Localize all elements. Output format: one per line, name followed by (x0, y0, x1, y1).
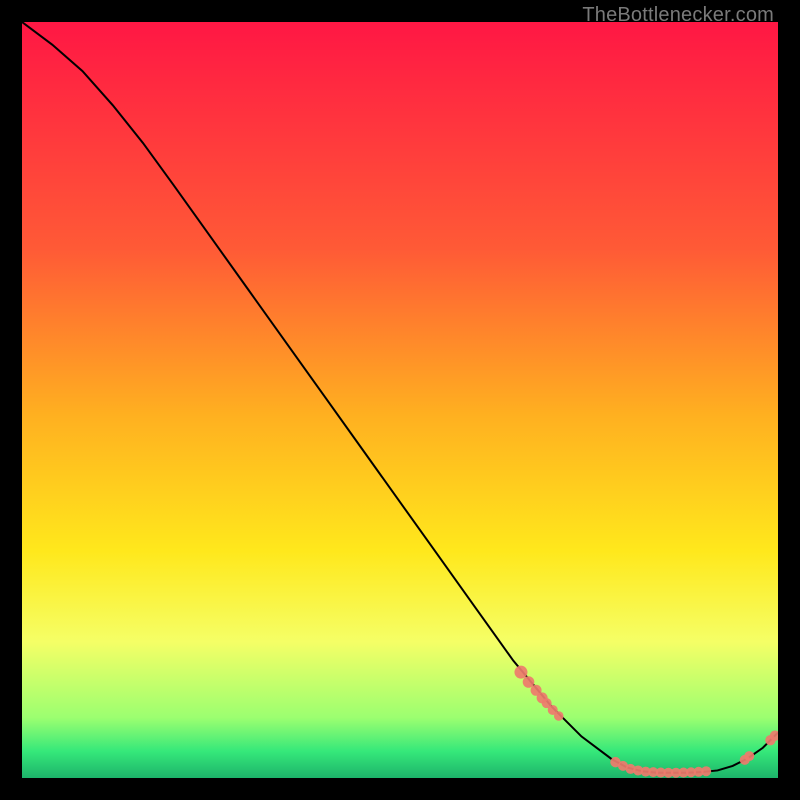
data-point (523, 676, 535, 688)
data-point (744, 751, 754, 761)
gradient-background (22, 22, 778, 778)
chart-frame (22, 22, 778, 778)
data-point (701, 766, 711, 776)
bottleneck-chart (22, 22, 778, 778)
source-attribution: TheBottlenecker.com (582, 4, 774, 27)
data-point (514, 666, 527, 679)
data-point (554, 711, 564, 721)
